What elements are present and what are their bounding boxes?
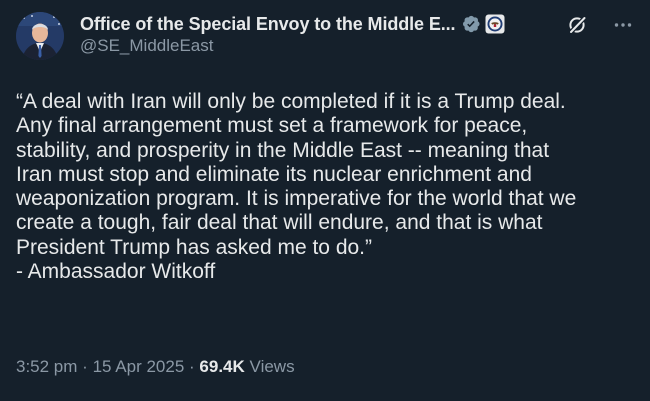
- avatar-portrait-icon: [16, 12, 64, 60]
- display-name[interactable]: Office of the Special Envoy to the Middl…: [80, 14, 456, 35]
- tweet-text: “A deal with Iran will only be completed…: [16, 90, 636, 284]
- meta-separator: ·: [189, 357, 195, 376]
- name-row: Office of the Special Envoy to the Middl…: [80, 12, 505, 36]
- tweet-text-line: - Ambassador Witkoff: [16, 260, 216, 284]
- tweet-text-line: stability, and prosperity in the Middle …: [16, 138, 550, 162]
- tweet-text-line: Any final arrangement must set a framewo…: [16, 114, 528, 138]
- post-date[interactable]: 15 Apr 2025: [93, 357, 185, 376]
- government-seal-icon[interactable]: [485, 14, 505, 34]
- account-handle[interactable]: @SE_MiddleEast: [80, 36, 214, 56]
- tweet-header: Office of the Special Envoy to the Middl…: [80, 12, 634, 64]
- post-time[interactable]: 3:52 pm: [16, 357, 77, 376]
- grok-icon[interactable]: [566, 14, 588, 36]
- tweet-text-line: create a tough, fair deal that will endu…: [16, 211, 543, 235]
- tweet-text-line: President Trump has asked me to do.”: [16, 235, 373, 259]
- views-label: Views: [249, 357, 295, 376]
- views-count[interactable]: 69.4K: [199, 357, 244, 376]
- verified-badge-icon[interactable]: [461, 14, 481, 34]
- meta-separator: ·: [82, 357, 88, 376]
- tweet-text-line: weaponization program. It is imperative …: [16, 187, 577, 211]
- more-options-icon[interactable]: [612, 14, 634, 36]
- tweet-meta: 3:52 pm · 15 Apr 2025 · 69.4K Views: [16, 357, 295, 377]
- tweet-card: Office of the Special Envoy to the Middl…: [0, 0, 650, 401]
- avatar[interactable]: [16, 12, 64, 60]
- tweet-text-line: Iran must stop and eliminate its nuclear…: [16, 162, 532, 186]
- tweet-text-line: “A deal with Iran will only be completed…: [16, 90, 566, 113]
